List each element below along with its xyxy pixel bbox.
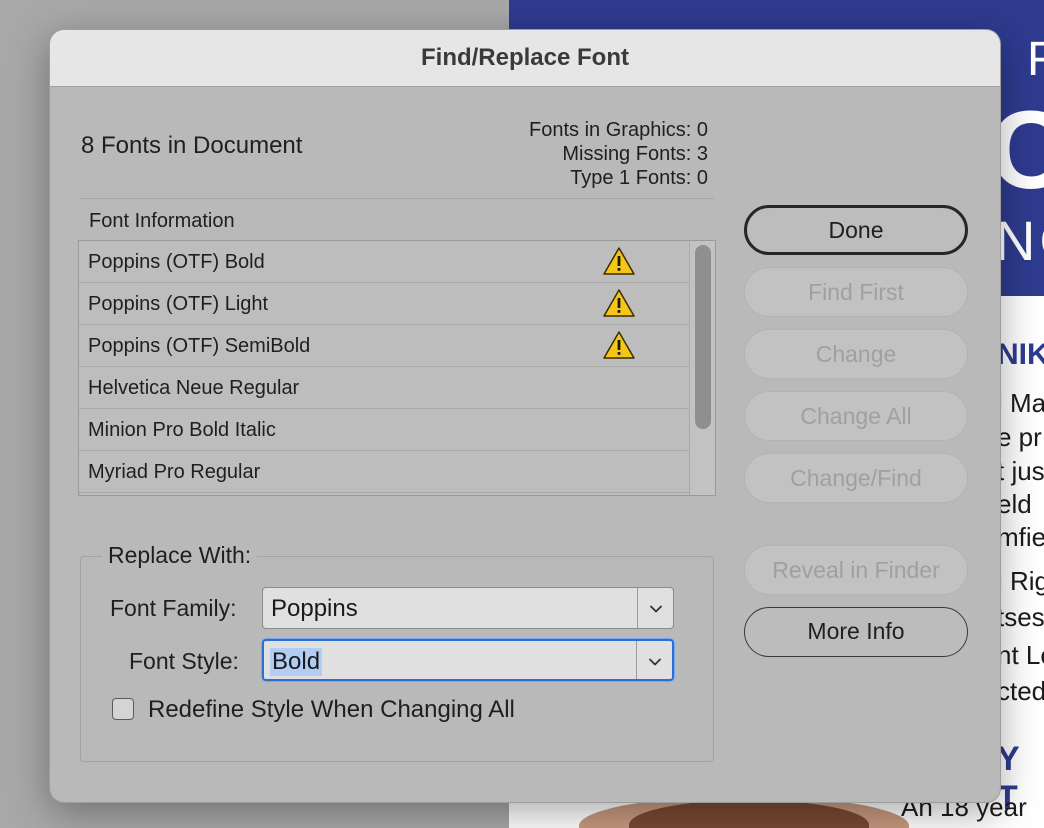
font-family-dropdown-button[interactable] <box>637 588 673 628</box>
dialog-titlebar[interactable]: Find/Replace Font <box>50 30 1000 87</box>
font-family-label: Font Family: <box>110 595 237 621</box>
font-style-label: Font Style: <box>129 648 239 674</box>
font-name: Poppins (OTF) Light <box>88 293 269 315</box>
font-name: Poppins (OTF) SemiBold <box>88 335 311 357</box>
font-list[interactable]: Poppins (OTF) Bold Poppins (OTF) Light P… <box>78 240 716 496</box>
font-list-row[interactable]: Poppins (OTF) SemiBold <box>79 325 715 367</box>
scrollbar-thumb[interactable] <box>695 245 711 429</box>
warning-icon <box>603 289 635 317</box>
banner-text-1: F <box>1027 33 1044 86</box>
chevron-down-icon <box>649 658 661 666</box>
document-line: t jus <box>997 456 1044 486</box>
font-list-row[interactable]: Myriad Pro Regular <box>79 451 715 493</box>
redefine-style-label[interactable]: Redefine Style When Changing All <box>148 696 515 724</box>
fonts-in-document-count: 8 Fonts in Document <box>81 132 303 159</box>
font-family-select[interactable]: Poppins <box>262 587 674 629</box>
document-line: mfie <box>997 522 1044 552</box>
document-line: nt Le <box>997 640 1044 670</box>
find-replace-font-dialog: Find/Replace Font 8 Fonts in Document Fo… <box>50 30 1000 802</box>
banner-text-3: NO <box>995 209 1044 272</box>
chevron-down-icon <box>650 605 662 613</box>
more-info-button[interactable]: More Info <box>744 607 968 657</box>
font-list-header: Font Information <box>89 210 235 232</box>
find-first-button[interactable]: Find First <box>744 267 968 317</box>
warning-icon <box>603 247 635 275</box>
reveal-in-finder-button[interactable]: Reveal in Finder <box>744 545 968 595</box>
document-line: tses <box>997 602 1044 632</box>
document-line: cted <box>997 676 1044 706</box>
font-style-select[interactable]: Bold <box>262 639 674 681</box>
font-style-dropdown-button[interactable] <box>636 641 672 679</box>
font-list-row[interactable]: Poppins (OTF) Light <box>79 283 715 325</box>
change-find-button[interactable]: Change/Find <box>744 453 968 503</box>
dialog-title: Find/Replace Font <box>420 44 629 71</box>
document-line: eld <box>997 489 1032 519</box>
divider <box>80 198 714 199</box>
document-line: l Ma <box>997 388 1044 418</box>
document-line: l Rig <box>997 566 1044 596</box>
change-all-button[interactable]: Change All <box>744 391 968 441</box>
redefine-style-checkbox[interactable] <box>112 698 134 720</box>
font-name: Poppins (OTF) Bold <box>88 251 265 273</box>
document-line: e pr <box>997 422 1042 452</box>
font-list-row[interactable]: Minion Pro Bold Italic <box>79 409 715 451</box>
font-stats: Fonts in Graphics: 0 Missing Fonts: 3 Ty… <box>529 118 708 190</box>
stat-missing-fonts: Missing Fonts: 3 <box>562 143 708 165</box>
font-style-value: Bold <box>270 648 323 676</box>
font-name: Minion Pro Bold Italic <box>88 419 276 441</box>
warning-icon <box>603 331 635 359</box>
font-name: Myriad Pro Regular <box>88 461 261 483</box>
font-family-value: Poppins <box>271 595 358 622</box>
stat-type1-fonts: Type 1 Fonts: 0 <box>570 167 708 189</box>
change-button[interactable]: Change <box>744 329 968 379</box>
font-name: Helvetica Neue Regular <box>88 377 300 399</box>
done-button[interactable]: Done <box>744 205 968 255</box>
font-list-row[interactable]: Helvetica Neue Regular <box>79 367 715 409</box>
font-list-scrollbar[interactable] <box>689 241 715 495</box>
replace-with-title: Replace With: <box>102 542 258 569</box>
document-heading-1: NIK <box>997 338 1044 371</box>
font-list-row[interactable]: Poppins (OTF) Bold <box>79 241 715 283</box>
stat-fonts-in-graphics: Fonts in Graphics: 0 <box>529 119 708 141</box>
